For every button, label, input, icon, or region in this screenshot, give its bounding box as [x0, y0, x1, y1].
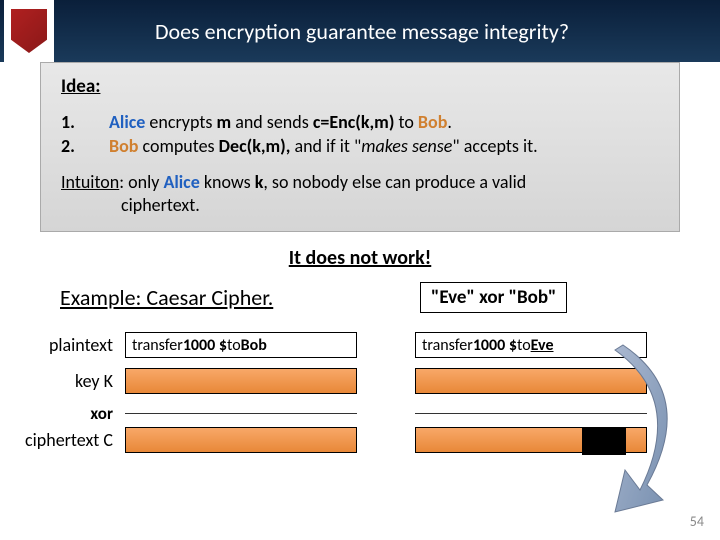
- xor-line-left: [125, 413, 357, 414]
- xor-label: xor: [0, 403, 125, 424]
- alice-name: Alice: [163, 171, 199, 193]
- slide-title: Does encryption guarantee message integr…: [54, 18, 720, 45]
- eve-xor-bob-box: "Eve" xor "Bob": [420, 282, 567, 313]
- key-row: key K: [0, 367, 720, 395]
- idea-num-1: 1.: [61, 110, 109, 134]
- key-right: [415, 368, 647, 394]
- plaintext-left: transfer 1000 $ to Bob: [125, 332, 357, 358]
- xor-line-right: [415, 413, 647, 414]
- idea-line-2: Bob computes Dec(k,m), and if it "makes …: [109, 134, 538, 158]
- plaintext-label: plaintext: [0, 334, 125, 356]
- example-row: Example: Caesar Cipher. "Eve" xor "Bob": [0, 282, 720, 313]
- bob-name: Bob: [418, 111, 447, 133]
- intuition: Intuiton: only Alice knows k, so nobody …: [61, 171, 659, 218]
- key-label: key K: [0, 370, 125, 392]
- example-title: Example: Caesar Cipher.: [60, 284, 400, 311]
- not-work-text: It does not work!: [0, 246, 720, 270]
- key-left: [125, 368, 357, 394]
- ciphertext-right: [415, 427, 647, 453]
- idea-text: Alice encrypts m and sends c=Enc(k,m) to…: [109, 110, 538, 159]
- ciphertext-row: ciphertext C: [0, 426, 720, 454]
- idea-box: Idea: 1. 2. Alice encrypts m and sends c…: [40, 62, 680, 232]
- idea-label: Idea:: [61, 75, 659, 98]
- plaintext-right: transfer 1000 $ to Eve: [415, 332, 647, 358]
- black-box: [582, 427, 626, 455]
- ciphertext-label: ciphertext C: [0, 429, 125, 451]
- plaintext-row: plaintext transfer 1000 $ to Bob transfe…: [0, 331, 720, 359]
- idea-line-1: Alice encrypts m and sends c=Enc(k,m) to…: [109, 110, 538, 134]
- idea-num-2: 2.: [61, 134, 109, 158]
- slide-header: Does encryption guarantee message integr…: [0, 0, 720, 62]
- idea-list: 1. 2. Alice encrypts m and sends c=Enc(k…: [61, 110, 659, 159]
- idea-numbers: 1. 2.: [61, 110, 109, 159]
- alice-name: Alice: [109, 111, 145, 133]
- ciphertext-left: [125, 427, 357, 453]
- page-number: 54: [690, 513, 704, 530]
- shield-icon: [11, 9, 47, 53]
- bob-name: Bob: [109, 135, 138, 157]
- xor-row: xor: [0, 403, 720, 424]
- logo: [4, 0, 54, 62]
